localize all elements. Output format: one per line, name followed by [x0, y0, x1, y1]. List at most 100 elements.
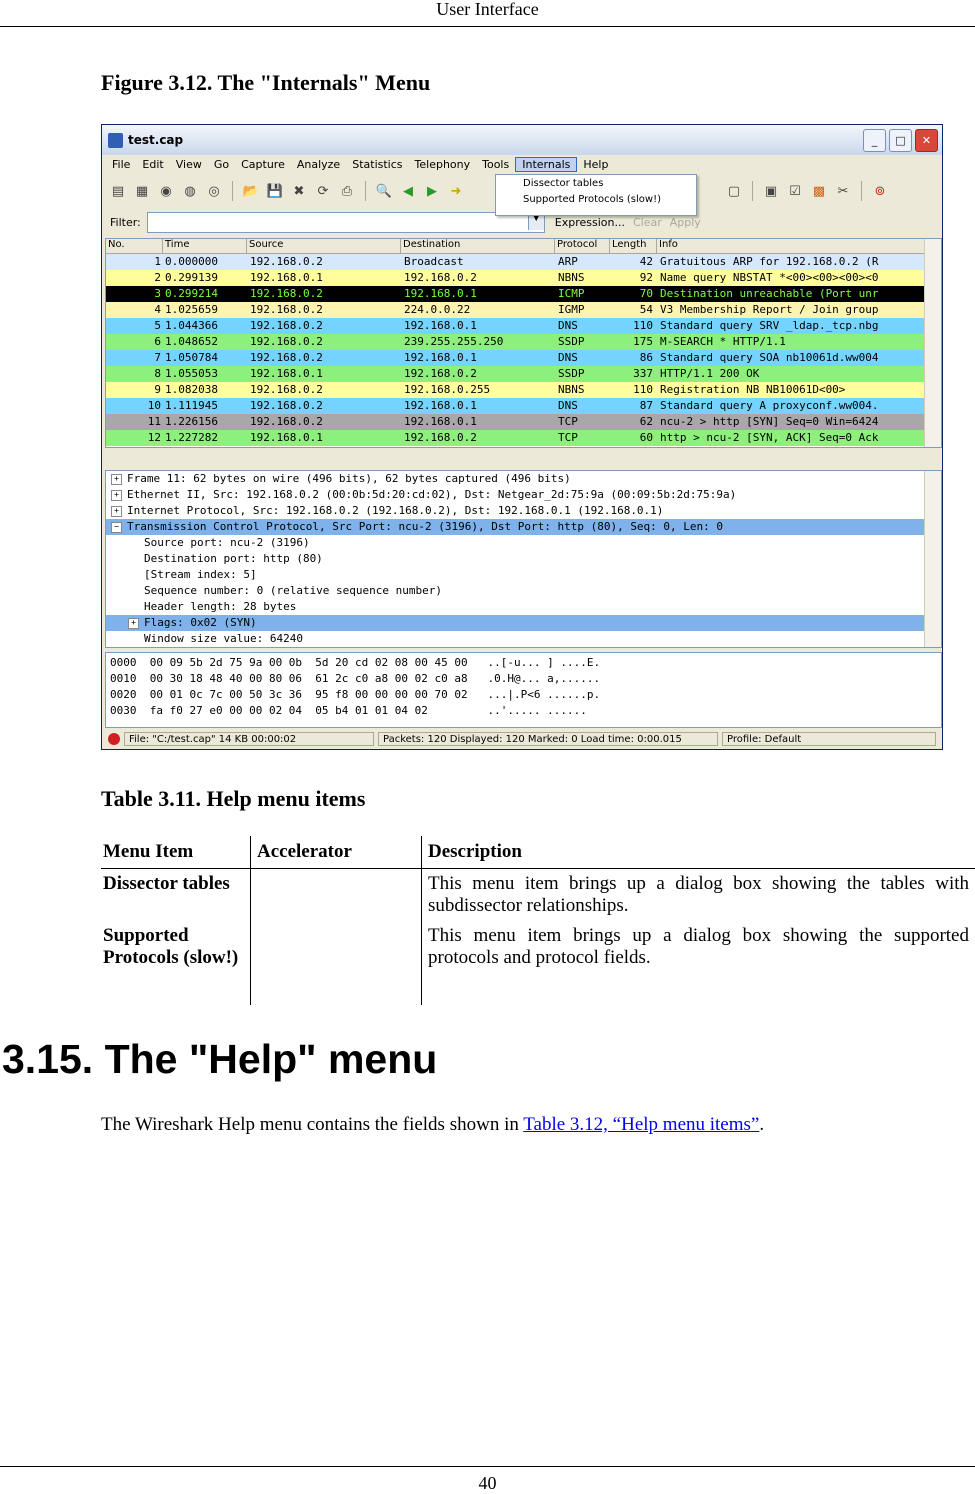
packet-row[interactable]: 111.226156192.168.0.2192.168.0.1TCP62ncu… — [106, 414, 941, 430]
expand-icon[interactable]: + — [111, 506, 122, 517]
status-profile[interactable]: Profile: Default — [722, 732, 936, 746]
packet-cell-time: 1.048652 — [163, 334, 247, 350]
cell-description: This menu item brings up a dialog box sh… — [422, 869, 975, 922]
capture-filters-icon[interactable]: ▣ — [761, 181, 781, 201]
close-button[interactable]: ✕ — [915, 129, 938, 152]
maximize-button[interactable]: □ — [889, 129, 912, 152]
close-file-icon[interactable]: ✖ — [289, 181, 309, 201]
table-title: Table 3.11. Help menu items — [101, 786, 365, 812]
menu-item-supported-protocols[interactable]: Supported Protocols (slow!) — [496, 191, 696, 207]
detail-row[interactable]: Source port: ncu-2 (3196) — [106, 535, 941, 551]
menu-go[interactable]: Go — [208, 158, 235, 171]
packet-cell-src: 192.168.0.2 — [247, 318, 401, 334]
menu-analyze[interactable]: Analyze — [291, 158, 346, 171]
interfaces-icon[interactable]: ▤ — [108, 181, 128, 201]
detail-row[interactable]: [Stream index: 5] — [106, 567, 941, 583]
expand-icon[interactable]: + — [128, 618, 139, 629]
capture-options-icon[interactable]: ▦ — [132, 181, 152, 201]
menu-help[interactable]: Help — [577, 158, 614, 171]
detail-rows: +Frame 11: 62 bytes on wire (496 bits), … — [106, 471, 941, 647]
expert-info-icon[interactable] — [108, 733, 120, 745]
packet-row[interactable]: 71.050784192.168.0.2192.168.0.1DNS86Stan… — [106, 350, 941, 366]
menu-tools[interactable]: Tools — [476, 158, 515, 171]
reload-icon[interactable]: ⟳ — [313, 181, 333, 201]
find-icon[interactable]: 🔍 — [374, 181, 394, 201]
menu-internals[interactable]: Internals — [515, 157, 577, 172]
body-text-prefix: The Wireshark Help menu contains the fie… — [101, 1114, 523, 1135]
packet-row[interactable]: 10.000000192.168.0.2BroadcastARP42Gratui… — [106, 254, 941, 270]
packet-cell-src: 192.168.0.2 — [247, 286, 401, 302]
menu-edit[interactable]: Edit — [136, 158, 169, 171]
packet-row[interactable]: 61.048652192.168.0.2239.255.255.250SSDP1… — [106, 334, 941, 350]
detail-row[interactable]: Window size value: 64240 — [106, 631, 941, 647]
stop-capture-icon[interactable]: ◍ — [180, 181, 200, 201]
packet-cell-proto: ICMP — [555, 286, 610, 302]
packet-cell-info: Gratuitous ARP for 192.168.0.2 (R — [657, 254, 925, 270]
packet-cell-dst: 192.168.0.2 — [401, 270, 555, 286]
packet-cell-dst: Broadcast — [401, 254, 555, 270]
menu-statistics[interactable]: Statistics — [346, 158, 408, 171]
menu-file[interactable]: File — [106, 158, 136, 171]
packet-details-vscrollbar[interactable] — [924, 471, 941, 647]
print-icon[interactable]: ⎙ — [337, 181, 357, 201]
go-back-icon[interactable]: ◀ — [398, 181, 418, 201]
column-header-time[interactable]: Time — [163, 239, 247, 253]
expand-icon[interactable]: + — [111, 474, 122, 485]
menu-item-dissector-tables[interactable]: Dissector tables — [496, 175, 696, 191]
packet-row[interactable]: 101.111945192.168.0.2192.168.0.1DNS87Sta… — [106, 398, 941, 414]
packet-list-vscrollbar[interactable] — [924, 239, 941, 447]
packet-cell-time: 0.299139 — [163, 270, 247, 286]
menu-capture[interactable]: Capture — [235, 158, 291, 171]
preferences-icon[interactable]: ✂ — [833, 181, 853, 201]
minimize-button[interactable]: _ — [863, 129, 886, 152]
detail-row[interactable]: +Ethernet II, Src: 192.168.0.2 (00:0b:5d… — [106, 487, 941, 503]
expression-button[interactable]: Expression... — [551, 216, 629, 229]
detail-row[interactable]: Destination port: http (80) — [106, 551, 941, 567]
column-header-protocol[interactable]: Protocol — [555, 239, 610, 253]
collapse-icon[interactable]: − — [111, 522, 122, 533]
detail-row[interactable]: +Internet Protocol, Src: 192.168.0.2 (19… — [106, 503, 941, 519]
start-capture-icon[interactable]: ◉ — [156, 181, 176, 201]
packet-cell-no: 1 — [106, 254, 163, 270]
packet-row[interactable]: 121.227282192.168.0.1192.168.0.2TCP60htt… — [106, 430, 941, 446]
go-to-packet-icon[interactable]: ➜ — [446, 181, 466, 201]
column-header-source[interactable]: Source — [247, 239, 401, 253]
detail-row[interactable]: +Flags: 0x02 (SYN) — [106, 615, 941, 631]
save-file-icon[interactable]: 💾 — [265, 181, 285, 201]
detail-row[interactable]: Header length: 28 bytes — [106, 599, 941, 615]
display-filters-icon[interactable]: ☑ — [785, 181, 805, 201]
detail-row[interactable]: +Frame 11: 62 bytes on wire (496 bits), … — [106, 471, 941, 487]
column-header-no[interactable]: No. — [106, 239, 163, 253]
packet-row[interactable]: 20.299139192.168.0.1192.168.0.2NBNS92Nam… — [106, 270, 941, 286]
go-forward-icon[interactable]: ▶ — [422, 181, 442, 201]
packet-cell-time: 1.055053 — [163, 366, 247, 382]
menu-view[interactable]: View — [170, 158, 208, 171]
column-header-length[interactable]: Length — [610, 239, 657, 253]
clear-button[interactable]: Clear — [629, 216, 666, 229]
filter-input[interactable]: ▼ — [147, 212, 545, 233]
column-header-info[interactable]: Info — [657, 239, 925, 253]
packet-row[interactable]: 81.055053192.168.0.1192.168.0.2SSDP337HT… — [106, 366, 941, 382]
expand-icon[interactable]: + — [111, 490, 122, 501]
apply-button[interactable]: Apply — [666, 216, 705, 229]
resize-columns-icon[interactable]: ▢ — [724, 181, 744, 201]
status-bar: File: "C:/test.cap" 14 KB 00:00:02 Packe… — [102, 730, 942, 748]
packet-rows: 10.000000192.168.0.2BroadcastARP42Gratui… — [106, 254, 941, 446]
packet-row[interactable]: 41.025659192.168.0.2224.0.0.22IGMP54V3 M… — [106, 302, 941, 318]
packet-cell-src: 192.168.0.1 — [247, 430, 401, 446]
detail-row[interactable]: −Transmission Control Protocol, Src Port… — [106, 519, 941, 535]
packet-row[interactable]: 51.044366192.168.0.2192.168.0.1DNS110Sta… — [106, 318, 941, 334]
cell-accelerator — [251, 869, 422, 922]
packet-row[interactable]: 30.299214192.168.0.2192.168.0.1ICMP70Des… — [106, 286, 941, 302]
detail-row[interactable]: Sequence number: 0 (relative sequence nu… — [106, 583, 941, 599]
open-file-icon[interactable]: 📂 — [241, 181, 261, 201]
menu-telephony[interactable]: Telephony — [409, 158, 477, 171]
column-header-destination[interactable]: Destination — [401, 239, 555, 253]
coloring-rules-icon[interactable]: ▩ — [809, 181, 829, 201]
help-icon[interactable]: ⊚ — [870, 181, 890, 201]
detail-text: Destination port: http (80) — [144, 552, 323, 565]
packet-row[interactable]: 91.082038192.168.0.2192.168.0.255NBNS110… — [106, 382, 941, 398]
packet-cell-src: 192.168.0.2 — [247, 414, 401, 430]
table-link[interactable]: Table 3.12, “Help menu items” — [523, 1114, 759, 1135]
restart-capture-icon[interactable]: ◎ — [204, 181, 224, 201]
